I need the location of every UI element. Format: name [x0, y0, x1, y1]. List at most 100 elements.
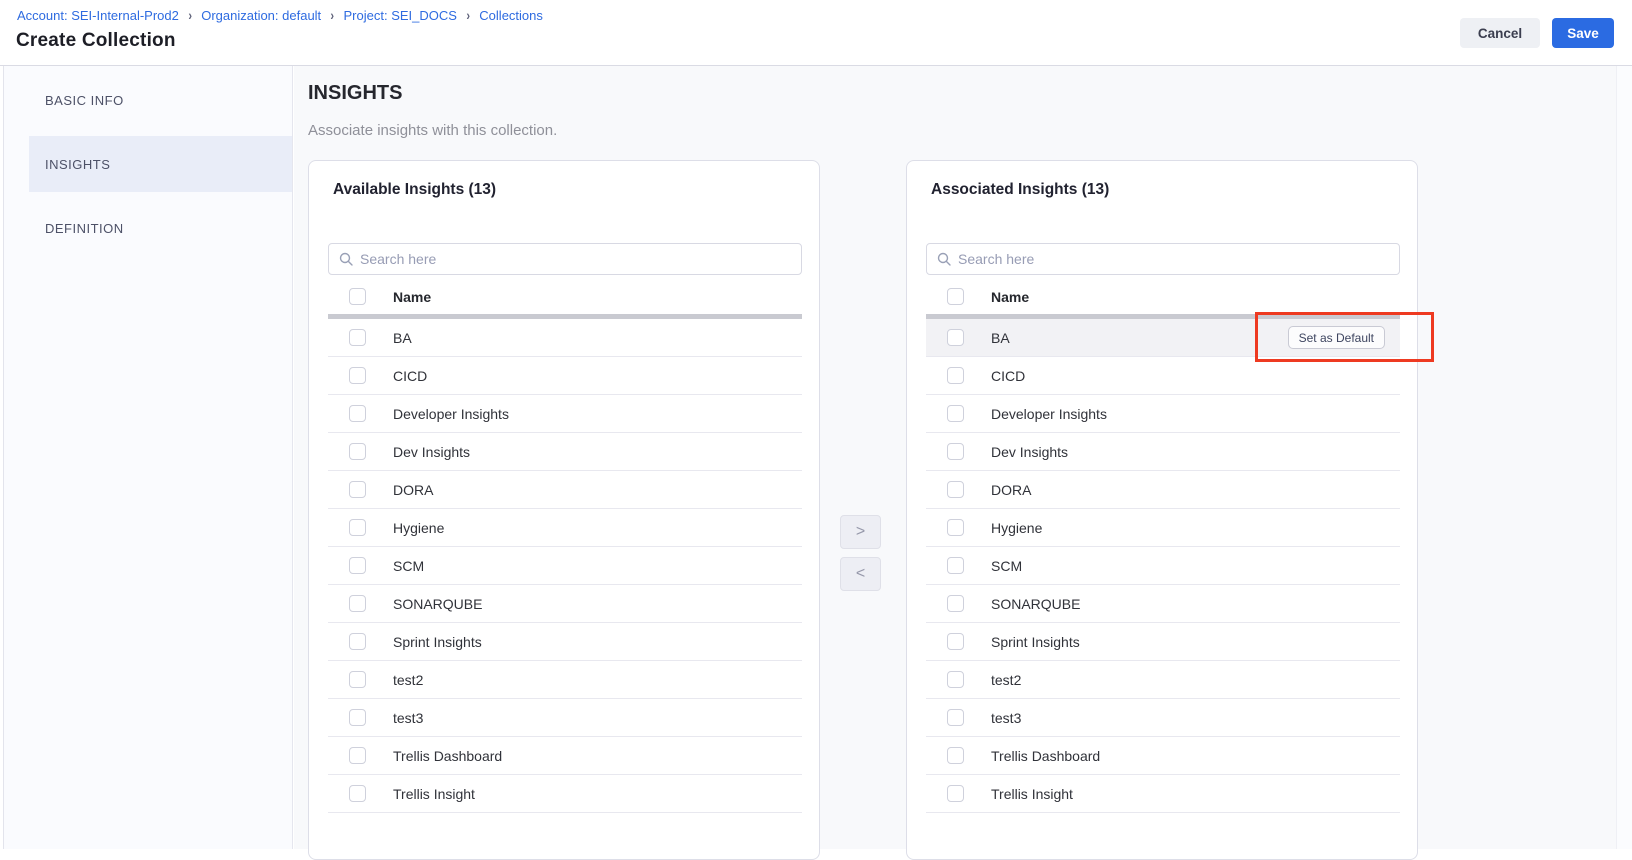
section-heading: INSIGHTS	[308, 82, 402, 105]
table-row[interactable]: Trellis Insight	[926, 775, 1400, 813]
row-label: Hygiene	[991, 520, 1042, 536]
row-checkbox[interactable]	[947, 443, 964, 460]
row-label: Dev Insights	[393, 444, 470, 460]
row-checkbox[interactable]	[349, 595, 366, 612]
row-label: Sprint Insights	[991, 634, 1080, 650]
row-label: Trellis Dashboard	[393, 748, 502, 764]
table-row[interactable]: Hygiene	[328, 509, 802, 547]
set-as-default-button[interactable]: Set as Default	[1288, 326, 1385, 349]
available-search-input[interactable]	[360, 251, 791, 267]
row-label: Hygiene	[393, 520, 444, 536]
table-row[interactable]: Sprint Insights	[328, 623, 802, 661]
row-checkbox[interactable]	[947, 633, 964, 650]
row-label: Sprint Insights	[393, 634, 482, 650]
move-left-button[interactable]: <	[840, 557, 881, 591]
row-checkbox[interactable]	[947, 595, 964, 612]
associated-search-input[interactable]	[958, 251, 1389, 267]
table-row[interactable]: test3	[328, 699, 802, 737]
table-row[interactable]: SCM	[328, 547, 802, 585]
row-label: DORA	[991, 482, 1031, 498]
row-checkbox[interactable]	[947, 405, 964, 422]
table-row[interactable]: SONARQUBE	[926, 585, 1400, 623]
name-column-header: Name	[991, 289, 1029, 305]
row-checkbox[interactable]	[947, 367, 964, 384]
row-label: Dev Insights	[991, 444, 1068, 460]
row-checkbox[interactable]	[349, 709, 366, 726]
row-label: Trellis Insight	[393, 786, 475, 802]
sidebar: BASIC INFO INSIGHTS DEFINITION	[4, 66, 293, 849]
row-checkbox[interactable]	[947, 329, 964, 346]
row-label: BA	[991, 330, 1010, 346]
row-checkbox[interactable]	[947, 557, 964, 574]
sidebar-item-basic-info[interactable]: BASIC INFO	[29, 72, 292, 128]
table-row[interactable]: Developer Insights	[328, 395, 802, 433]
table-row[interactable]: CICD	[328, 357, 802, 395]
available-panel-title: Available Insights (13)	[333, 181, 496, 199]
page-header: Account: SEI-Internal-Prod2 › Organization…	[0, 0, 1632, 66]
row-checkbox[interactable]	[947, 519, 964, 536]
available-rows: BACICDDeveloper Insights Dev Insights DORA…	[328, 319, 802, 813]
row-checkbox[interactable]	[947, 709, 964, 726]
table-row[interactable]: test2	[328, 661, 802, 699]
table-row[interactable]: Dev Insights	[926, 433, 1400, 471]
table-row[interactable]: SONARQUBE	[328, 585, 802, 623]
breadcrumb-link[interactable]: Organization: default	[201, 8, 321, 23]
sidebar-item-insights[interactable]: INSIGHTS	[29, 136, 292, 192]
table-row[interactable]: BA Set as Default	[926, 319, 1400, 357]
table-row[interactable]: DORA	[328, 471, 802, 509]
row-label: DORA	[393, 482, 433, 498]
table-row[interactable]: Sprint Insights	[926, 623, 1400, 661]
row-label: test3	[393, 710, 423, 726]
table-row[interactable]: Trellis Insight	[328, 775, 802, 813]
row-label: test2	[991, 672, 1021, 688]
row-checkbox[interactable]	[947, 747, 964, 764]
table-row[interactable]: test2	[926, 661, 1400, 699]
row-checkbox[interactable]	[349, 519, 366, 536]
row-checkbox[interactable]	[349, 671, 366, 688]
table-row[interactable]: test3	[926, 699, 1400, 737]
sidebar-nav: BASIC INFO INSIGHTS DEFINITION	[4, 72, 292, 256]
move-right-button[interactable]: >	[840, 515, 881, 549]
sidebar-item-definition[interactable]: DEFINITION	[29, 200, 292, 256]
breadcrumb-link[interactable]: Account: SEI-Internal-Prod2	[17, 8, 179, 23]
row-checkbox[interactable]	[349, 633, 366, 650]
table-row[interactable]: DORA	[926, 471, 1400, 509]
breadcrumb-link[interactable]: Project: SEI_DOCS	[344, 8, 457, 23]
save-button[interactable]: Save	[1552, 18, 1614, 48]
row-checkbox[interactable]	[349, 557, 366, 574]
table-row[interactable]: Trellis Dashboard	[328, 737, 802, 775]
breadcrumb: Account: SEI-Internal-Prod2 › Organization…	[17, 8, 543, 23]
row-checkbox[interactable]	[349, 443, 366, 460]
associated-table-header: Name	[926, 279, 1400, 314]
table-row[interactable]: CICD	[926, 357, 1400, 395]
row-checkbox[interactable]	[947, 785, 964, 802]
cancel-button[interactable]: Cancel	[1460, 18, 1540, 48]
table-row[interactable]: Trellis Dashboard	[926, 737, 1400, 775]
table-row[interactable]: SCM	[926, 547, 1400, 585]
associated-panel-title: Associated Insights (13)	[931, 181, 1109, 199]
breadcrumb-chevron-icon: ›	[330, 8, 334, 24]
row-checkbox[interactable]	[349, 405, 366, 422]
row-label: Trellis Insight	[991, 786, 1073, 802]
breadcrumb-chevron-icon: ›	[188, 8, 192, 24]
main-content: INSIGHTS Associate insights with this co…	[294, 66, 1632, 849]
row-checkbox[interactable]	[349, 367, 366, 384]
table-row[interactable]: Hygiene	[926, 509, 1400, 547]
search-icon	[339, 252, 353, 266]
table-row[interactable]: BA	[328, 319, 802, 357]
row-checkbox[interactable]	[947, 671, 964, 688]
breadcrumb-link[interactable]: Collections	[479, 8, 543, 23]
associated-insights-panel: Associated Insights (13) Name BA Set as D…	[906, 160, 1418, 860]
row-checkbox[interactable]	[349, 747, 366, 764]
row-checkbox[interactable]	[349, 785, 366, 802]
select-all-checkbox[interactable]	[947, 288, 964, 305]
scrollbar-gutter	[1616, 66, 1632, 849]
available-insights-panel: Available Insights (13) Name BACICDDevel…	[308, 160, 820, 860]
select-all-checkbox[interactable]	[349, 288, 366, 305]
table-row[interactable]: Dev Insights	[328, 433, 802, 471]
row-checkbox[interactable]	[947, 481, 964, 498]
row-checkbox[interactable]	[349, 329, 366, 346]
row-checkbox[interactable]	[349, 481, 366, 498]
table-row[interactable]: Developer Insights	[926, 395, 1400, 433]
available-table-header: Name	[328, 279, 802, 314]
